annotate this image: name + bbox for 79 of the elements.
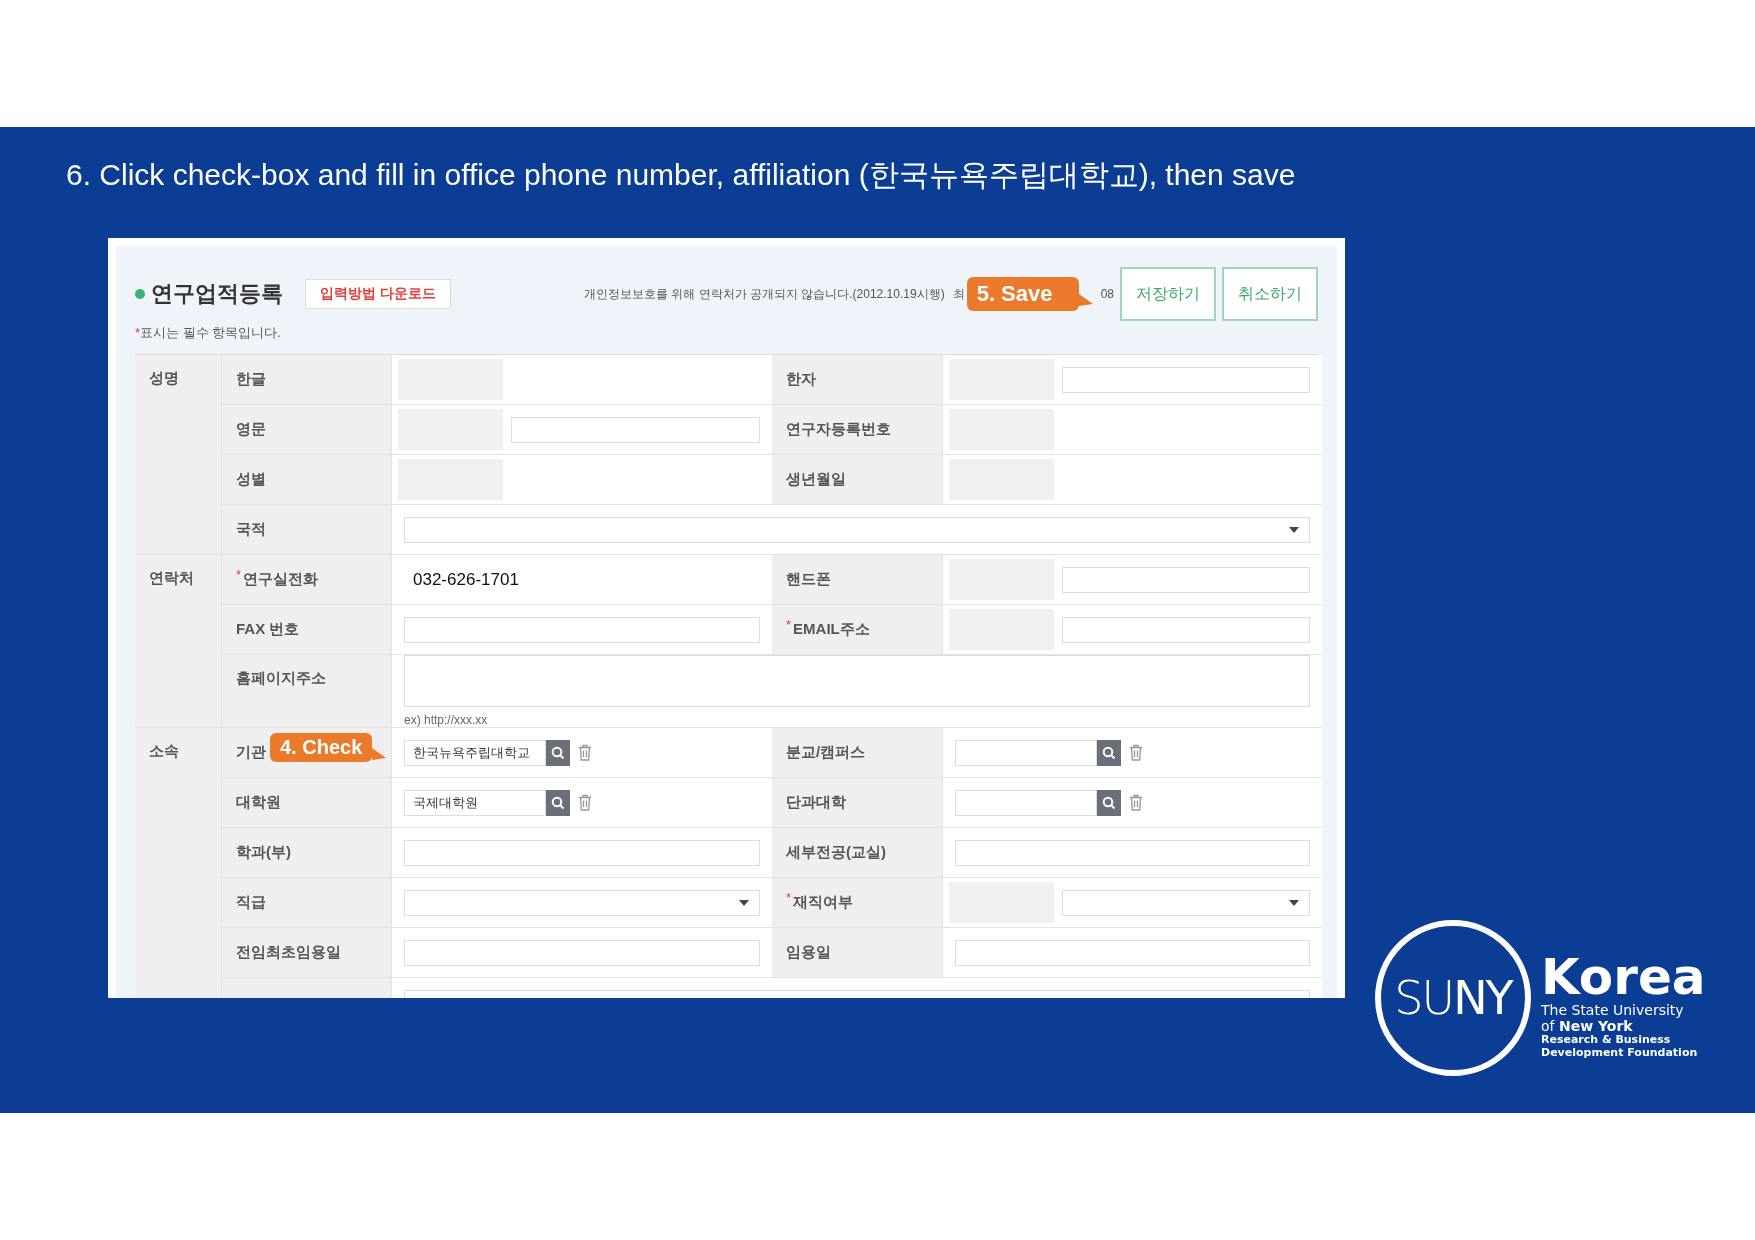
field-label: 학과(부) [236,843,291,862]
field-label: 핸드폰 [786,570,831,589]
notice-fragment: 08 [1100,287,1114,301]
logo-tagline: The State University [1541,1002,1685,1019]
select-field[interactable] [404,889,760,916]
input-field[interactable] [404,839,760,866]
search-icon [1102,795,1116,810]
group-label: 연락처 [135,555,222,728]
field-label: 분교/캠퍼스 [786,743,866,762]
field-label: 한글 [236,370,266,389]
input-field[interactable] [955,739,1097,766]
select-field[interactable] [404,516,1310,543]
field-label: 성별 [236,470,266,489]
group-label: 소속 [135,728,222,998]
download-button[interactable]: 입력방법 다운로드 [305,279,451,309]
input-field[interactable] [955,939,1310,966]
trash-icon[interactable] [1129,794,1143,811]
field-label: 연구자등록번호 [786,420,891,439]
logo-tagline: Research & Business [1541,1034,1672,1048]
field-label: 직급 [236,893,266,912]
callout-pointer [372,747,387,762]
input-field[interactable] [1062,566,1310,593]
slide-title: 6. Click check-box and fill in office phone number, affiliation (한국뉴욕주립대학교), then save [66,157,1297,193]
search-button[interactable] [546,739,570,766]
field-label: 임용일 [786,943,831,962]
group-label: 성명 [135,355,222,555]
field-label: 전임최초임용일 [236,943,341,962]
search-icon [551,795,565,810]
field-label: 연구실전화 [243,570,319,589]
logo-tagline: Development Foundation [1541,1047,1699,1060]
hint-text: ex) http://xxx.xx [404,713,489,727]
callout-pointer [1078,294,1093,308]
select-field[interactable] [1062,889,1310,916]
search-button[interactable] [1097,739,1121,766]
input-field[interactable] [404,655,1310,707]
field-label: 생년월일 [786,470,846,489]
caret-icon [1289,899,1299,906]
required-mark: * [236,567,242,582]
notice-fragment: 최 [952,285,965,303]
trash-icon[interactable] [578,744,592,761]
field-label: 한자 [786,370,816,389]
field-label: 홈페이지주소 [236,669,326,688]
trash-icon[interactable] [578,794,592,811]
field-label: 기관 [236,743,266,762]
logo-wordmark: Korea [1541,952,1706,1003]
trash-icon[interactable] [1129,744,1143,761]
caret-icon [739,899,749,906]
input-field[interactable] [511,416,760,443]
required-mark: * [786,890,792,905]
input-field[interactable] [404,616,760,643]
field-label: 대학원 [236,793,281,812]
field-label: 국적 [236,520,266,539]
required-note: *표시는 필수 항목입니다. [135,325,281,340]
input-field[interactable] [404,939,760,966]
form-title: 연구업적등록 [151,280,283,308]
input-field[interactable] [1062,616,1310,643]
field-label: FAX 번호 [236,620,300,639]
callout: 4. Check [270,733,373,762]
caret-icon [1289,526,1299,533]
field-label: EMAIL주소 [793,620,870,639]
search-icon [1102,745,1116,760]
required-mark: * [786,617,792,632]
callout: 5. Save [966,277,1079,311]
privacy-notice: 개인정보보호를 위해 연락처가 공개되지 않습니다.(2012.10.19시행) [583,285,945,303]
input-field[interactable] [955,789,1097,816]
search-icon [551,745,565,760]
field-label: 재직여부 [793,893,854,912]
field-label: 세부전공(교실) [786,843,886,862]
input-field[interactable] [1062,366,1310,393]
field-label: 영문 [236,420,266,439]
input-field[interactable]: 한국뉴욕주립대학교 [404,739,546,766]
logo-mark: SUNY [1375,920,1531,1076]
logo-tagline: of New York [1541,1018,1634,1035]
search-button[interactable] [546,789,570,816]
bullet-icon [135,289,145,299]
input-field[interactable]: 국제대학원 [404,789,546,816]
field-label: 단과대학 [786,793,846,812]
input-field[interactable] [955,839,1310,866]
search-button[interactable] [1097,789,1121,816]
